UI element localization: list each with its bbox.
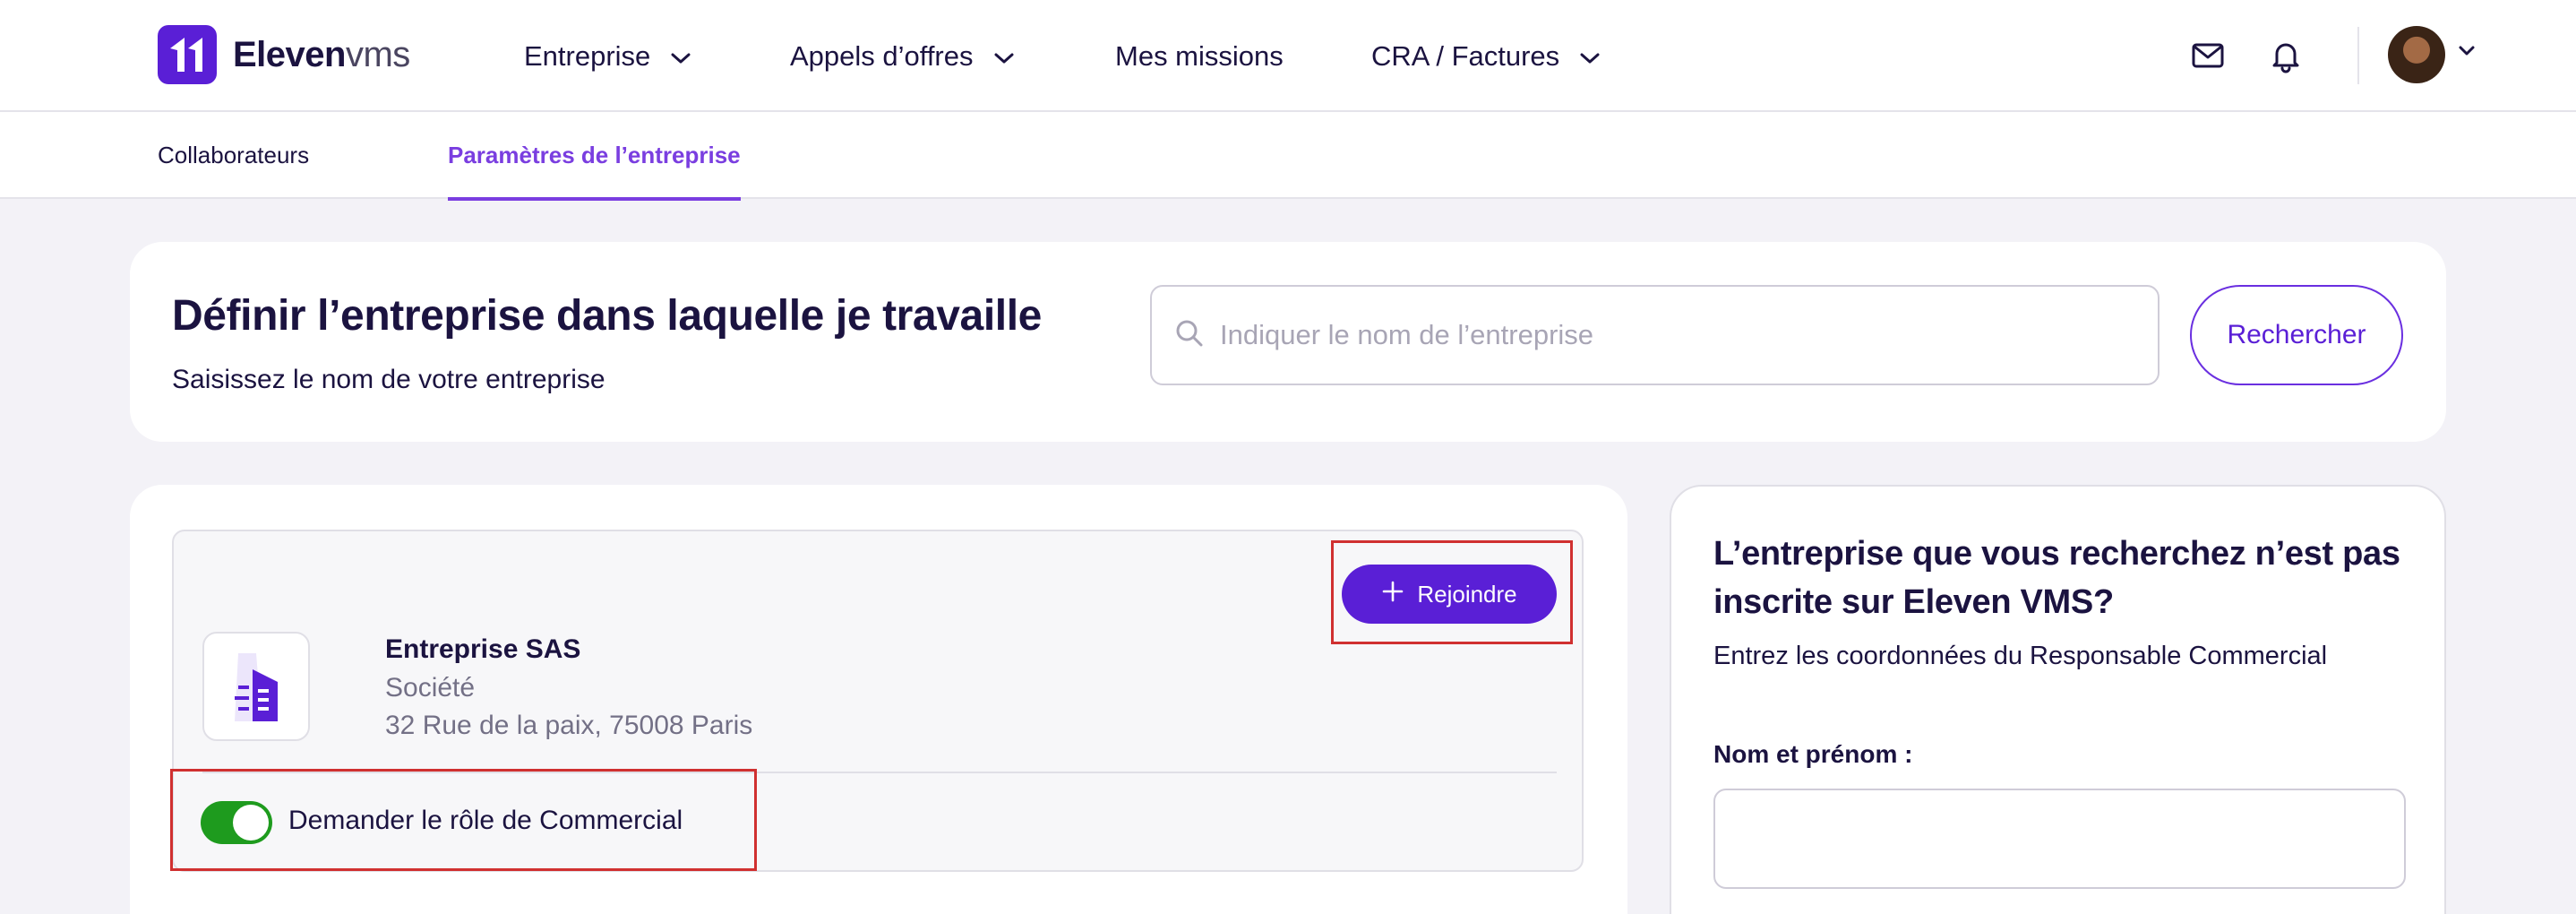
company-type: Société [385,673,476,703]
sub-navigation: Collaborateurs Paramètres de l’entrepris… [0,112,2576,201]
search-button[interactable]: Rechercher [2190,285,2403,385]
unregistered-subtitle: Entrez les coordonnées du Responsable Co… [1713,642,2328,670]
company-address: 32 Rue de la paix, 75008 Paris [385,711,753,740]
join-button-label: Rejoindre [1417,580,1517,608]
avatar[interactable] [2388,26,2445,83]
nav-item-appels-offres[interactable]: Appels d’offres [790,0,1015,112]
company-logo-icon [202,632,310,741]
commercial-role-toggle[interactable] [201,801,272,844]
header-divider [2357,27,2359,84]
bell-icon[interactable] [2266,36,2306,75]
name-field-label: Nom et prénom : [1713,740,1913,768]
nav-item-label: Appels d’offres [790,39,974,72]
chevron-down-icon [670,40,691,73]
logo-text: Elevenvms [233,35,410,75]
page-title: Définir l’entreprise dans laquelle je tr… [172,292,1042,340]
logo-text-bold: Eleven [233,34,346,74]
chevron-down-icon [993,40,1015,73]
logo-text-light: vms [345,34,410,74]
commercial-role-label: Demander le rôle de Commercial [288,806,683,835]
tab-label: Collaborateurs [158,142,310,168]
unregistered-title: L’entreprise que vous recherchez n’est p… [1713,535,2400,621]
unregistered-company-card: L’entreprise que vous recherchez n’est p… [1670,485,2446,914]
nav-item-label: Entreprise [524,39,651,72]
mail-icon[interactable] [2188,36,2228,75]
chevron-down-icon [1579,40,1601,73]
logo-mark-icon [158,25,217,84]
nav-item-entreprise[interactable]: Entreprise [524,0,691,112]
nav-item-label: Mes missions [1115,39,1284,72]
chevron-down-icon[interactable] [2458,45,2476,62]
search-input[interactable] [1220,319,2116,351]
tab-label: Paramètres de l’entreprise [448,142,741,168]
nav-item-cra-factures[interactable]: CRA / Factures [1371,0,1601,112]
search-field[interactable] [1150,285,2160,385]
eleven-vms-logo[interactable]: Elevenvms [158,25,410,84]
top-navigation-bar: Elevenvms Entreprise Appels d’offres Mes… [0,0,2576,112]
tab-parametres-entreprise[interactable]: Paramètres de l’entreprise [448,112,741,201]
join-button[interactable]: Rejoindre [1342,565,1557,624]
search-icon [1173,317,1206,354]
plus-icon [1381,580,1404,609]
nav-item-mes-missions[interactable]: Mes missions [1115,0,1284,112]
page-subtitle: Saisissez le nom de votre entreprise [172,365,605,394]
nav-item-label: CRA / Factures [1371,39,1560,72]
name-field[interactable] [1713,789,2406,889]
tab-collaborateurs[interactable]: Collaborateurs [158,112,309,199]
company-panel: Rejoindre Entreprise SAS Société 32 Rue … [170,530,1584,872]
company-result-card: Rejoindre Entreprise SAS Société 32 Rue … [130,485,1627,914]
company-name: Entreprise SAS [385,634,581,664]
company-search-card: Définir l’entreprise dans laquelle je tr… [130,242,2446,442]
